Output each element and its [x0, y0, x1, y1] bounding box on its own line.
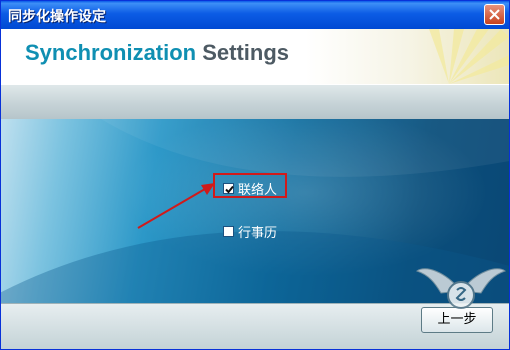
sunburst-decoration	[429, 29, 509, 84]
header-banner: Synchronization Settings	[1, 29, 509, 84]
divider-band	[1, 84, 509, 120]
contacts-label: 联络人	[238, 183, 278, 198]
title-word-1: Synchronization	[25, 40, 197, 65]
title-word-2: Settings	[202, 40, 290, 65]
option-calendar[interactable]: 行事历	[223, 222, 277, 241]
title-bar[interactable]: 同步化操作设定	[1, 1, 509, 29]
calendar-label: 行事历	[238, 226, 278, 241]
pointer-arrow-icon	[137, 183, 215, 229]
window-title: 同步化操作设定	[8, 9, 106, 25]
calendar-checkbox[interactable]	[223, 226, 234, 237]
page-title: Synchronization Settings	[25, 40, 289, 66]
contacts-checkbox[interactable]	[223, 183, 234, 194]
close-button[interactable]	[484, 4, 505, 25]
checkmark-icon	[225, 185, 234, 194]
option-contacts[interactable]: 联络人	[223, 179, 277, 198]
winged-logo-watermark	[415, 268, 507, 309]
close-icon	[489, 9, 500, 20]
dialog-window: 同步化操作设定 Synchronization Settings 联络人 行事历…	[0, 0, 510, 350]
